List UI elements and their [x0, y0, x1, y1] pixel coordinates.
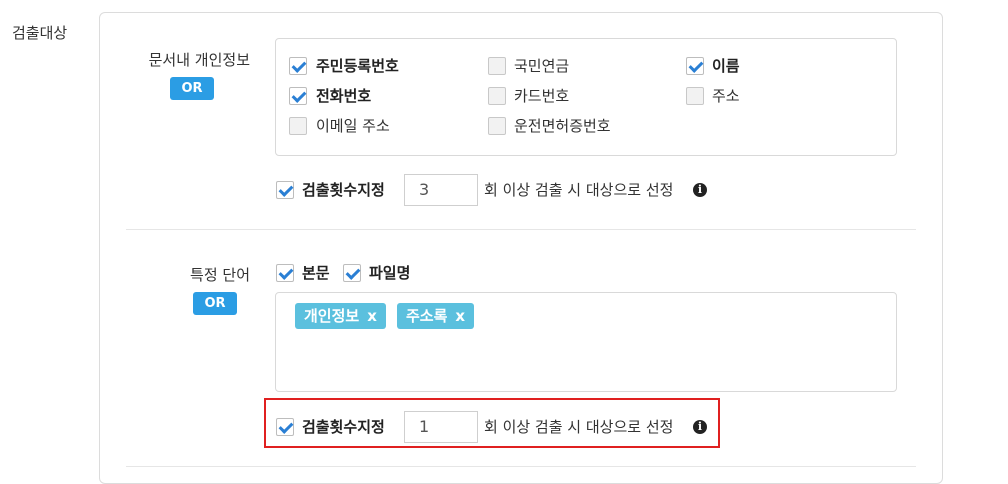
option-label-card-number: 카드번호: [514, 87, 570, 105]
checkbox-driver-license[interactable]: [488, 117, 506, 135]
count-checkbox-label: 검출횟수지정: [302, 418, 385, 436]
keyword-label: 특정 단어: [190, 266, 250, 284]
info-icon[interactable]: i: [693, 420, 707, 434]
checkbox-name[interactable]: [686, 57, 704, 75]
or-badge: OR: [170, 77, 214, 100]
personal-info-label: 문서내 개인정보: [148, 51, 250, 69]
checkbox-national-pension[interactable]: [488, 57, 506, 75]
checkbox-card-number[interactable]: [488, 87, 506, 105]
option-label-address: 주소: [712, 87, 740, 105]
info-icon[interactable]: i: [693, 183, 707, 197]
tag-remove-icon[interactable]: x: [367, 307, 377, 325]
option-label-filename: 파일명: [369, 264, 411, 282]
option-label-resident-number: 주민등록번호: [316, 57, 399, 75]
checkbox-phone-number[interactable]: [289, 87, 307, 105]
option-label-body: 본문: [302, 264, 330, 282]
option-label-driver-license: 운전면허증번호: [514, 117, 611, 135]
checkbox-email-address[interactable]: [289, 117, 307, 135]
count-checkbox[interactable]: [276, 181, 294, 199]
count-checkbox[interactable]: [276, 418, 294, 436]
checkbox-body[interactable]: [276, 264, 294, 282]
tag-label: 개인정보: [304, 307, 360, 325]
tag-chip: 개인정보 x: [295, 303, 386, 329]
or-badge: OR: [193, 292, 237, 315]
section-title: 검출대상: [12, 24, 68, 42]
option-label-name: 이름: [712, 57, 740, 75]
checkbox-filename[interactable]: [343, 264, 361, 282]
count-input[interactable]: 3: [404, 174, 478, 206]
tag-chip: 주소록 x: [397, 303, 475, 329]
checkbox-address[interactable]: [686, 87, 704, 105]
count-suffix: 회 이상 검출 시 대상으로 선정: [484, 418, 674, 436]
option-label-phone-number: 전화번호: [316, 87, 372, 105]
option-label-email-address: 이메일 주소: [316, 117, 390, 135]
divider: [126, 466, 916, 467]
tag-remove-icon[interactable]: x: [455, 307, 465, 325]
tag-label: 주소록: [406, 307, 448, 325]
option-label-national-pension: 국민연금: [514, 57, 570, 75]
count-suffix: 회 이상 검출 시 대상으로 선정: [484, 181, 674, 199]
count-checkbox-label: 검출횟수지정: [302, 181, 385, 199]
divider: [126, 229, 916, 230]
checkbox-resident-number[interactable]: [289, 57, 307, 75]
count-input[interactable]: 1: [404, 411, 478, 443]
